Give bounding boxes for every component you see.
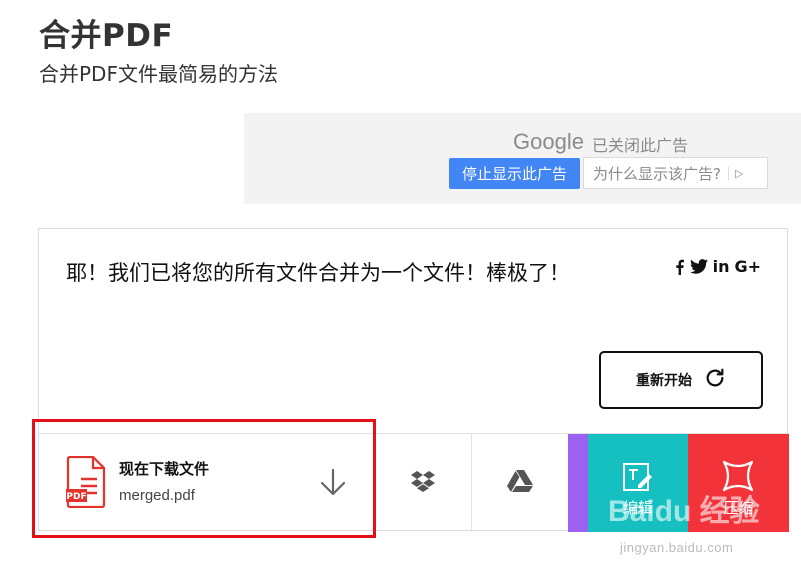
ad-choices-play-icon: ▷ (727, 166, 743, 180)
page-subtitle: 合并PDF文件最简易的方法 (39, 62, 278, 86)
facebook-icon[interactable] (674, 259, 685, 275)
restart-label: 重新开始 (636, 373, 692, 389)
dropbox-icon (410, 470, 435, 496)
linkedin-icon[interactable]: in (713, 257, 730, 276)
stop-showing-ad-button[interactable]: 停止显示此广告 (449, 158, 580, 189)
restart-button[interactable]: 重新开始 (599, 351, 763, 409)
twitter-icon[interactable] (689, 259, 708, 274)
why-this-ad-label: 为什么显示该广告? (593, 164, 721, 183)
watermark-url: jingyan.baidu.com (620, 540, 734, 555)
google-drive-icon (507, 470, 533, 496)
success-message: 耶！我们已将您的所有文件合并为一个文件！棒极了！ (66, 261, 570, 285)
page-title: 合并PDF (39, 18, 174, 54)
download-highlight-box (32, 419, 376, 538)
google-logo: Google (513, 129, 584, 154)
ad-panel: Google 已关闭此广告 停止显示此广告 为什么显示该广告? ▷ (244, 113, 801, 204)
ad-closed-status: 已关闭此广告 (592, 136, 689, 155)
share-links: in G+ (674, 257, 761, 276)
more-tools-button[interactable] (568, 434, 588, 532)
google-plus-icon[interactable]: G+ (734, 257, 761, 276)
baidu-watermark: Baidu 经验 (608, 495, 760, 528)
save-to-dropbox-button[interactable] (374, 434, 472, 532)
refresh-icon (704, 367, 726, 393)
why-this-ad-button[interactable]: 为什么显示该广告? ▷ (583, 157, 768, 189)
save-to-google-drive-button[interactable] (472, 434, 568, 532)
